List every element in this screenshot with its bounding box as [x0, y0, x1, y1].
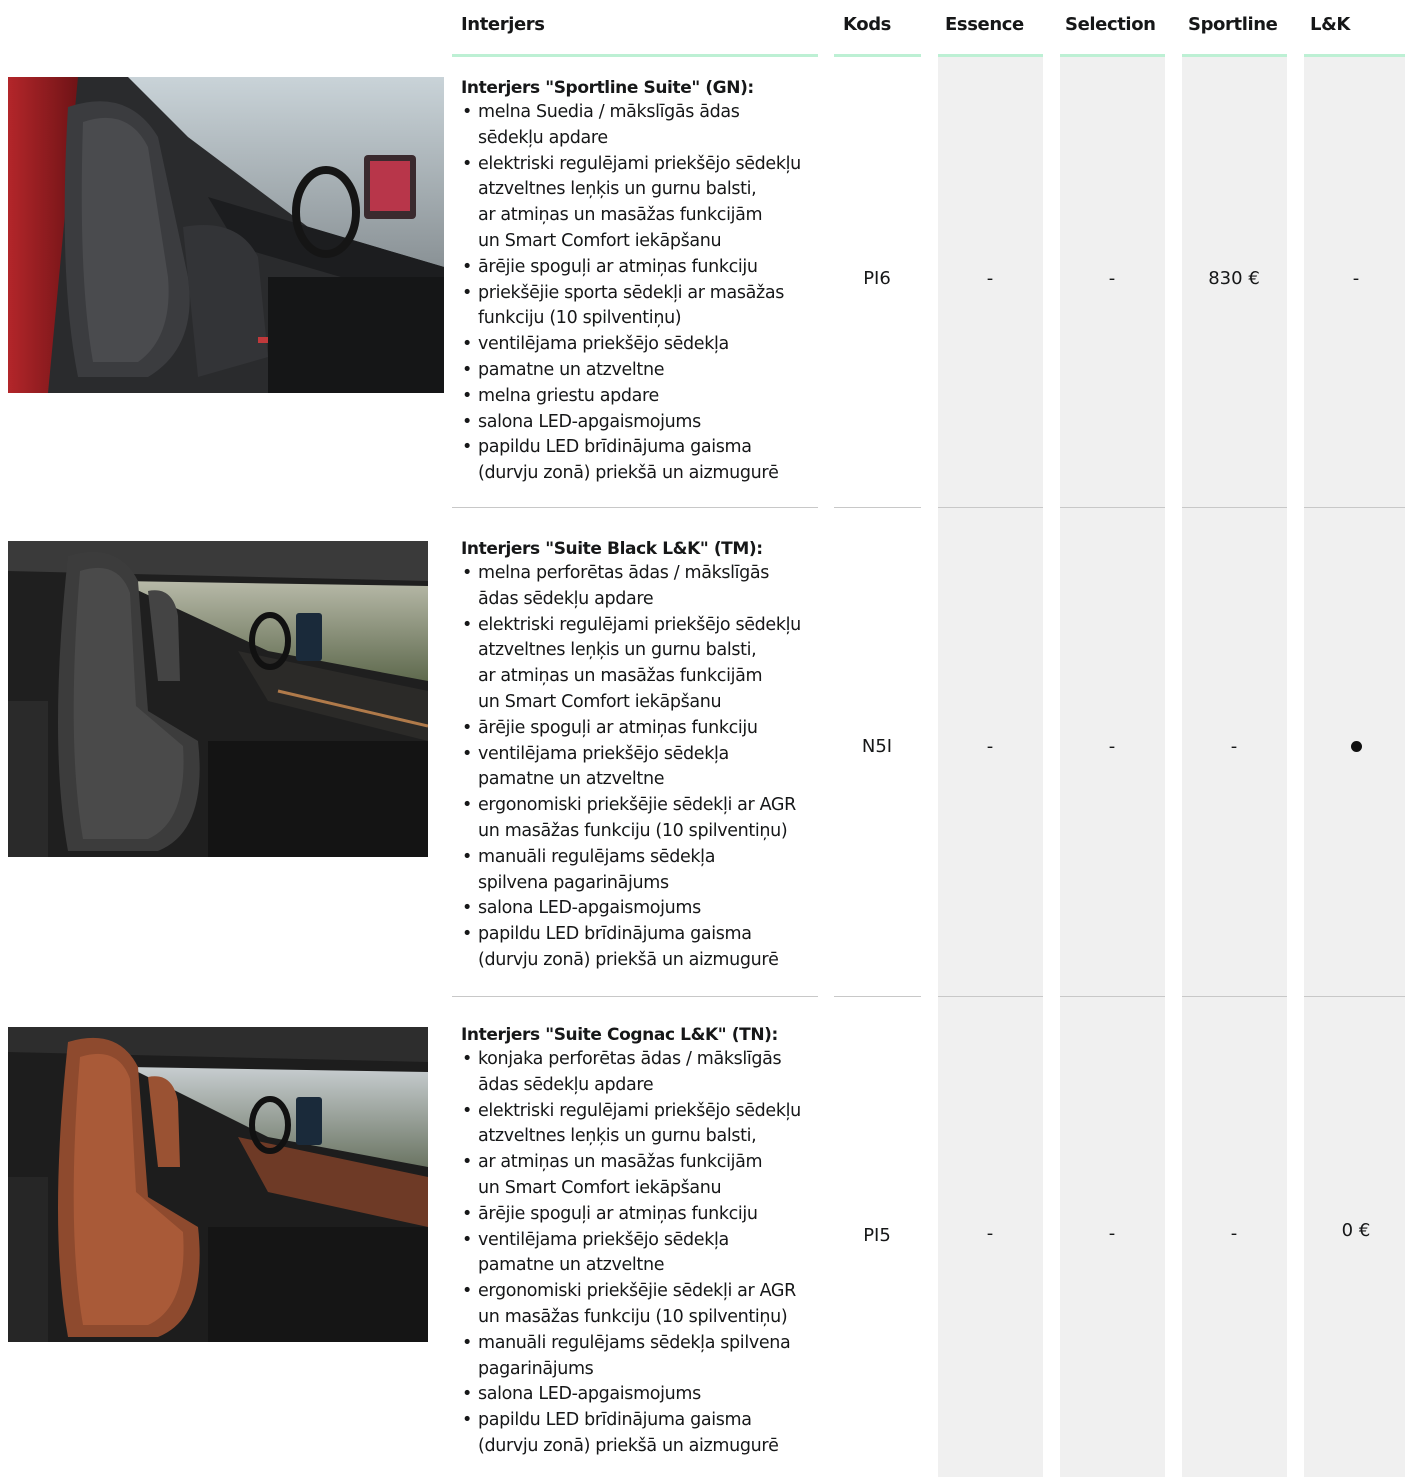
header-underline [834, 54, 921, 57]
header-sportline: Sportline [1188, 14, 1278, 35]
header-essence: Essence [945, 14, 1024, 35]
header-interior: Interjers [461, 14, 545, 35]
list-item: salona LED-apgaismojums [461, 896, 801, 922]
code-value: PI6 [863, 268, 891, 289]
header-lk: L&K [1310, 14, 1350, 35]
list-item: ārējie spoguļi ar atmiņas funkciju [461, 255, 801, 281]
lk-value: - [1352, 268, 1360, 289]
list-item: papildu LED brīdinājuma gaisma (durvju z… [461, 922, 801, 974]
list-item: ārējie spoguļi ar atmiņas funkciju [461, 1202, 801, 1228]
list-item: melna griestu apdare [461, 384, 801, 410]
selection-value: - [1108, 268, 1116, 289]
list-item: priekšējie sporta sēdekļi ar masāžas fun… [461, 281, 801, 333]
header-code: Kods [843, 14, 891, 35]
header-underline [1182, 54, 1287, 57]
lk-value [1296, 736, 1405, 757]
header-underline [1304, 54, 1405, 57]
sportline-value: 830 € [1208, 268, 1260, 289]
header-underline [938, 54, 1043, 57]
header-underline [452, 54, 818, 57]
essence-value: - [986, 736, 994, 757]
interior-photo-black-lk [8, 541, 428, 857]
list-item: elektriski regulējami priekšējo sēdekļu … [461, 613, 801, 716]
selection-value: - [1108, 1223, 1116, 1244]
feature-list: konjaka perforētas ādas / mākslīgās ādas… [461, 1047, 801, 1460]
feature-list: melna perforētas ādas / mākslīgās ādas s… [461, 561, 801, 974]
list-item: elektriski regulējami priekšējo sēdekļu … [461, 152, 801, 255]
list-item: konjaka perforētas ādas / mākslīgās ādas… [461, 1047, 801, 1099]
row-title: Interjers "Suite Black L&K" (TM): [461, 539, 763, 559]
header-selection: Selection [1065, 14, 1156, 35]
list-item: ārējie spoguļi ar atmiņas funkciju [461, 716, 801, 742]
selection-value: - [1108, 736, 1116, 757]
row-title: Interjers "Sportline Suite" (GN): [461, 78, 754, 98]
list-item: melna perforētas ādas / mākslīgās ādas s… [461, 561, 801, 613]
interior-photo-cognac-lk [8, 1027, 428, 1342]
list-item: ventilējama priekšējo sēdekļa pamatne un… [461, 742, 801, 794]
row-title: Interjers "Suite Cognac L&K" (TN): [461, 1025, 778, 1045]
list-item: manuāli regulējams sēdekļa spilvena paga… [461, 1331, 801, 1383]
feature-list: melna Suedia / mākslīgās ādas sēdekļu ap… [461, 100, 801, 487]
code-value: PI5 [863, 1225, 891, 1246]
list-item: ar atmiņas un masāžas funkcijām un Smart… [461, 1150, 801, 1202]
list-item: papildu LED brīdinājuma gaisma (durvju z… [461, 1408, 801, 1460]
code-value: N5I [861, 736, 893, 757]
sportline-value: - [1230, 736, 1238, 757]
interior-photo-sportline-black [8, 77, 444, 393]
list-item: elektriski regulējami priekšējo sēdekļu … [461, 1099, 801, 1151]
list-item: papildu LED brīdinājuma gaisma (durvju z… [461, 435, 801, 487]
list-item: pamatne un atzveltne [461, 358, 801, 384]
list-item: ventilējama priekšējo sēdekļa pamatne un… [461, 1228, 801, 1280]
sportline-value: - [1230, 1223, 1238, 1244]
list-item: ergonomiski priekšējie sēdekļi ar AGR un… [461, 1279, 801, 1331]
standard-dot-icon [1350, 741, 1362, 752]
essence-value: - [986, 268, 994, 289]
list-item: salona LED-apgaismojums [461, 1382, 801, 1408]
lk-value: 0 € [1341, 1220, 1371, 1241]
list-item: melna Suedia / mākslīgās ādas sēdekļu ap… [461, 100, 801, 152]
list-item: ventilējama priekšējo sēdekļa [461, 332, 801, 358]
list-item: manuāli regulējams sēdekļa spilvena paga… [461, 845, 801, 897]
essence-value: - [986, 1223, 994, 1244]
header-underline [1060, 54, 1165, 57]
list-item: salona LED-apgaismojums [461, 410, 801, 436]
list-item: ergonomiski priekšējie sēdekļi ar AGR un… [461, 793, 801, 845]
